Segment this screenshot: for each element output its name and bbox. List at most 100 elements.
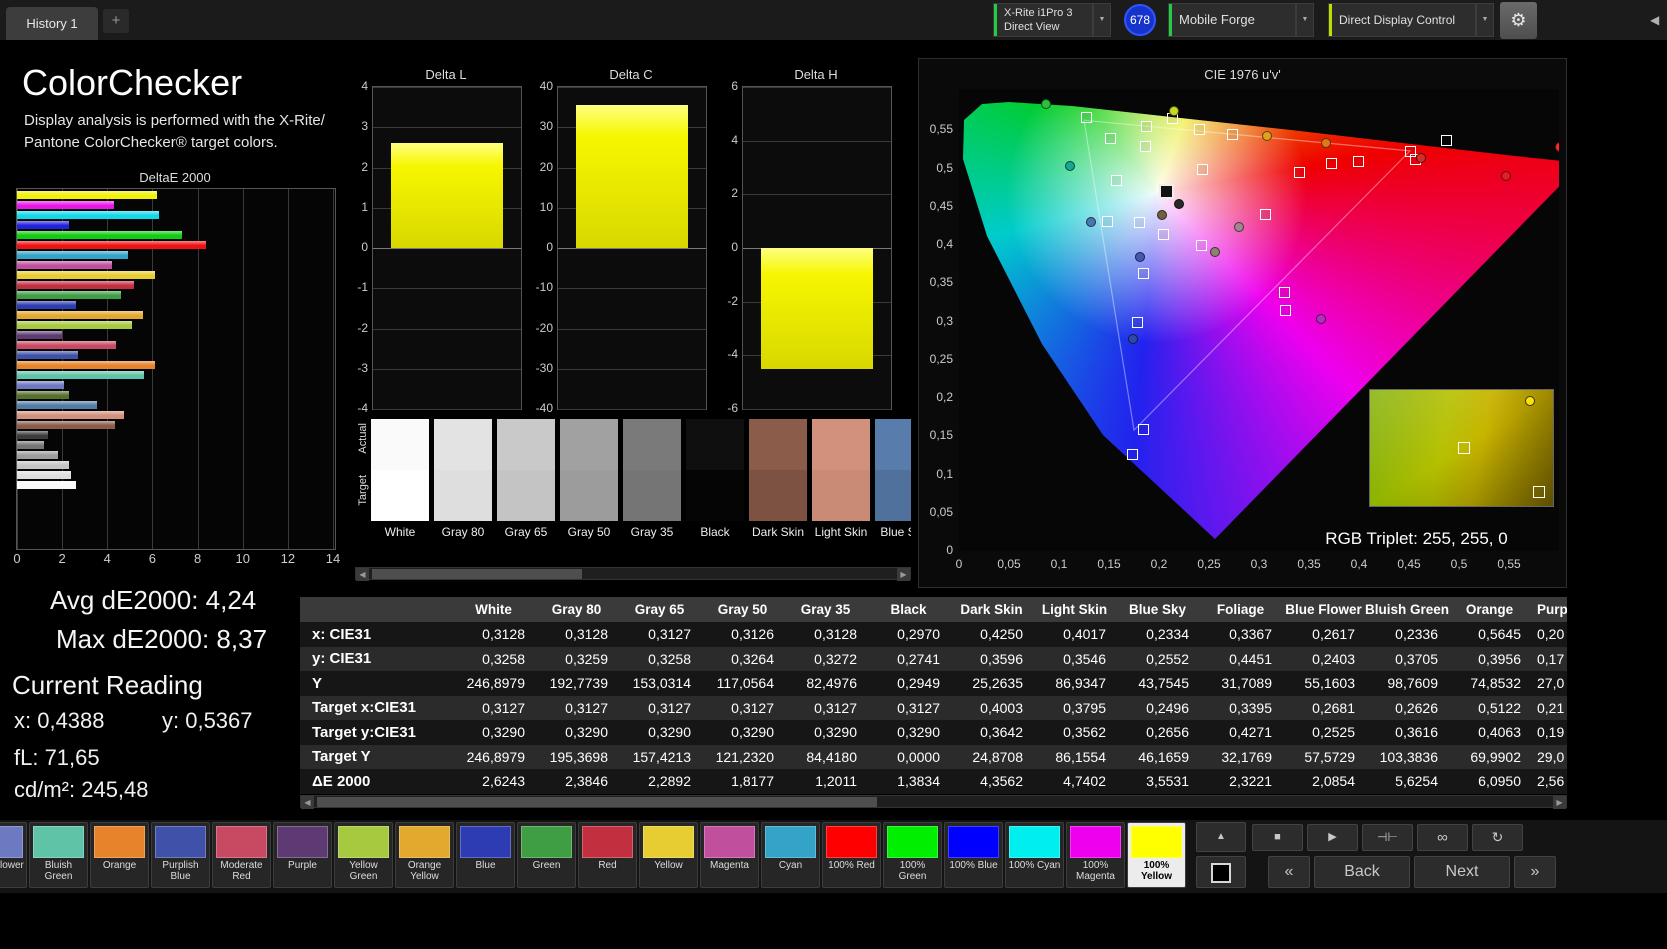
axis-tick-label: 10 — [539, 199, 553, 214]
patch-button[interactable]: 100% Yellow — [1127, 822, 1186, 888]
axis-tick-label: 0 — [13, 551, 21, 566]
column-header: Gray 35 — [800, 602, 851, 617]
target-point — [1134, 217, 1145, 229]
range-button[interactable]: ⊣⊢ — [1362, 824, 1413, 851]
patch-button[interactable]: Blue — [456, 822, 515, 888]
column-header: Blue Flower — [1285, 602, 1362, 617]
axis-tick-label: -3 — [357, 360, 368, 375]
deltae-bar-row — [17, 221, 335, 229]
table-cell: 98,7609 — [1387, 675, 1438, 692]
add-tab-button[interactable]: + — [103, 9, 129, 33]
double-chevron-right-icon: » — [1530, 863, 1540, 880]
patch-button[interactable]: 100% Red — [822, 822, 881, 888]
patch-button[interactable]: 100% Magenta — [1066, 822, 1125, 888]
chevron-down-icon: ▼ — [1481, 16, 1489, 23]
deltae-bar-row — [17, 481, 335, 489]
table-cell: 0,5122 — [1478, 699, 1521, 716]
patch-button[interactable]: 100% Green — [883, 822, 942, 888]
scroll-right-button[interactable]: ▶ — [1553, 796, 1566, 809]
settings-button[interactable]: ⚙ — [1500, 2, 1537, 39]
gridline — [558, 87, 706, 88]
delta-c-chart: Delta C 40 30 20 10 0 -10 -20 -30 -40 — [536, 67, 707, 415]
deltae-bar — [17, 371, 144, 379]
patch-button[interactable]: Moderate Red — [212, 822, 271, 888]
back-button[interactable]: Back — [1314, 856, 1410, 888]
deltae-bar — [17, 261, 112, 269]
gridline — [558, 288, 706, 290]
scroll-right-icon: ▶ — [1556, 798, 1563, 807]
scrollbar-thumb[interactable] — [317, 797, 877, 807]
table-cell: 0,2626 — [1395, 699, 1438, 716]
color-swatch: Gray 50 — [560, 419, 618, 539]
table-row: x: CIE31 0,3128 0,3128 0,3127 0,3126 0,3128 0,… — [300, 622, 1567, 647]
source-selector[interactable]: Mobile Forge — [1168, 3, 1296, 37]
patch-button[interactable]: Bluish Green — [29, 822, 88, 888]
refresh-button[interactable]: ↻ — [1472, 824, 1523, 851]
next-button[interactable]: Next — [1414, 856, 1510, 888]
scroll-right-button[interactable]: ▶ — [897, 568, 910, 581]
column-header: Bluish Green — [1365, 602, 1450, 617]
tab-history-1[interactable]: History 1 — [6, 7, 98, 40]
patch-button[interactable]: Orange Yellow — [395, 822, 454, 888]
meter-selector[interactable]: X-Rite i1Pro 3 Direct View — [993, 3, 1093, 37]
measured-point — [1501, 170, 1511, 181]
scroll-left-button[interactable]: ◀ — [356, 568, 369, 581]
patch-button[interactable]: Purple — [273, 822, 332, 888]
table-cell: 195,3698 — [549, 748, 608, 765]
scrollbar-thumb[interactable] — [372, 569, 582, 579]
deltae-bar — [17, 471, 71, 479]
table-cell: 0,4017 — [1063, 626, 1106, 643]
table-cell: 0,3258 — [648, 650, 691, 667]
patch-button[interactable]: Magenta — [700, 822, 759, 888]
table-cell: 0,4250 — [980, 626, 1023, 643]
patch-button[interactable]: Green — [517, 822, 576, 888]
table-cell: 0,2336 — [1395, 626, 1438, 643]
meter-dropdown-button[interactable]: ▼ — [1093, 3, 1111, 37]
play-button[interactable]: ▶ — [1307, 824, 1358, 851]
display-control-selector[interactable]: Direct Display Control — [1328, 3, 1476, 37]
axis-tick-label: 12 — [280, 551, 296, 566]
patch-button[interactable]: Yellow — [639, 822, 698, 888]
source-dropdown-button[interactable]: ▼ — [1296, 3, 1314, 37]
table-cell: 31,7089 — [1221, 675, 1272, 692]
scroll-right-icon: ▶ — [900, 570, 907, 579]
deltae-bar-row — [17, 281, 335, 289]
results-table: White Gray 80 Gray 65 Gray 50 Gray 35 Black Da… — [300, 597, 1567, 794]
swatch-scrollbar[interactable]: ◀ ▶ — [355, 567, 911, 581]
axis-tick-label: 0,05 — [997, 557, 1021, 571]
deltae-bar — [17, 431, 49, 439]
delta-h-yaxis: 6 4 2 0 -2 -4 -6 — [710, 79, 738, 415]
scroll-left-button[interactable]: ◀ — [301, 796, 314, 809]
last-button[interactable]: » — [1514, 856, 1556, 888]
patch-button[interactable]: 100% Cyan — [1005, 822, 1064, 888]
patch-button[interactable]: 100% Blue — [944, 822, 1003, 888]
patch-button[interactable]: Yellow Green — [334, 822, 393, 888]
patch-button[interactable]: Orange — [90, 822, 149, 888]
patch-preview-button[interactable] — [1196, 856, 1246, 888]
target-point — [1141, 120, 1152, 132]
axis-tick-label: 30 — [539, 119, 553, 134]
patch-button[interactable]: Blue Flower — [0, 822, 27, 888]
patch-button[interactable]: Purplish Blue — [151, 822, 210, 888]
swatch-label: Gray 80 — [441, 525, 485, 539]
stop-button[interactable]: ■ — [1252, 824, 1303, 851]
strip-expand-button[interactable]: ▲ — [1196, 822, 1246, 852]
table-cell: 117,0564 — [716, 675, 774, 692]
target-square-marker — [1458, 442, 1470, 454]
patch-label: 100% Yellow — [1140, 860, 1173, 882]
patch-button[interactable]: Cyan — [761, 822, 820, 888]
deltae2000-chart — [16, 188, 336, 550]
table-scrollbar[interactable]: ◀ ▶ — [300, 795, 1567, 809]
actual-swatch — [623, 419, 681, 470]
patch-color — [1131, 826, 1182, 858]
patch-button[interactable]: Red — [578, 822, 637, 888]
loop-button[interactable]: ∞ — [1417, 824, 1468, 851]
meter-mode: Direct View — [1004, 21, 1060, 33]
first-button[interactable]: « — [1268, 856, 1310, 888]
deltae-bar-row — [17, 271, 335, 279]
target-point — [1081, 112, 1092, 124]
delta-l-yaxis: 4 3 2 1 0 -1 -2 -3 -4 — [340, 79, 368, 415]
actual-row-label: Actual — [357, 423, 369, 454]
collapse-panel-button[interactable]: ◀ — [1650, 13, 1659, 27]
display-control-dropdown-button[interactable]: ▼ — [1476, 3, 1494, 37]
